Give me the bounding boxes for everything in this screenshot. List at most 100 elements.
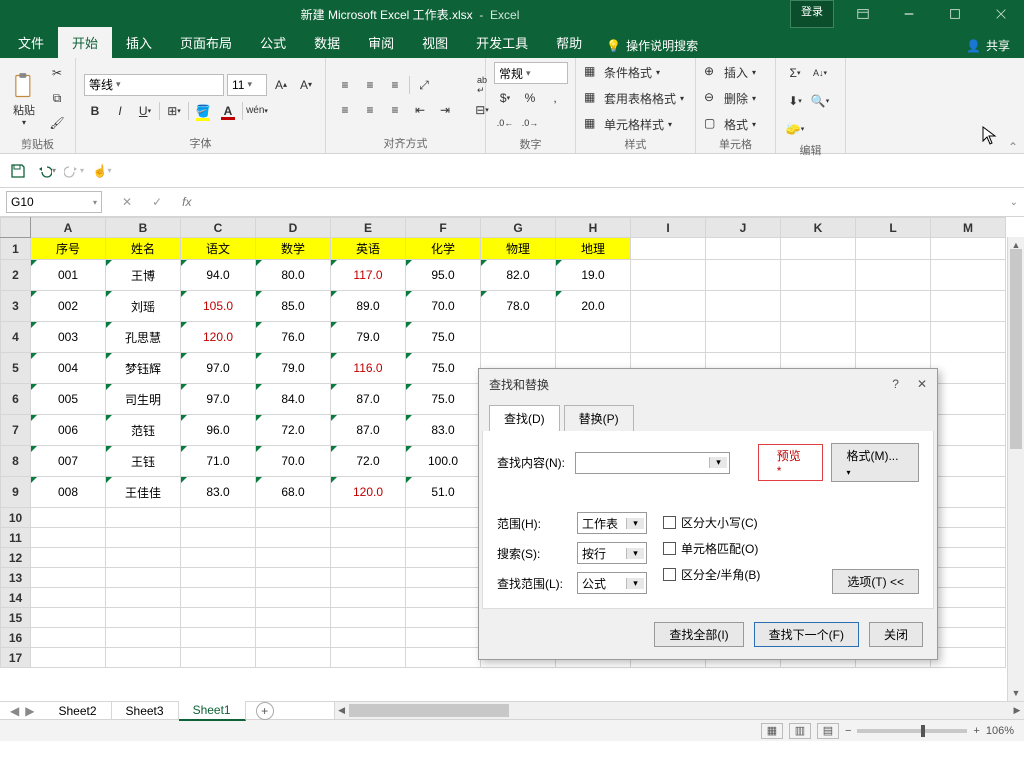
cell[interactable]: 87.0 <box>331 415 406 446</box>
cell[interactable] <box>781 322 856 353</box>
zoom-in-icon[interactable]: + <box>973 725 979 737</box>
cell[interactable] <box>331 568 406 588</box>
cell[interactable] <box>406 568 481 588</box>
options-button[interactable]: 选项(T) << <box>832 569 919 594</box>
close-icon[interactable] <box>978 0 1024 28</box>
align-right-icon[interactable]: ≡ <box>384 99 406 121</box>
col-header[interactable]: B <box>106 218 181 238</box>
format-painter-icon[interactable]: 🖌 <box>46 112 68 134</box>
cell[interactable] <box>931 588 1006 608</box>
font-color-icon[interactable]: A <box>217 100 239 122</box>
cell[interactable] <box>781 238 856 260</box>
help-icon[interactable]: ? <box>892 377 899 391</box>
row-header[interactable]: 15 <box>1 608 31 628</box>
cell[interactable] <box>406 548 481 568</box>
cell[interactable] <box>406 648 481 668</box>
cell[interactable] <box>181 628 256 648</box>
col-header[interactable]: F <box>406 218 481 238</box>
page-layout-icon[interactable]: ▥ <box>789 723 811 739</box>
cell[interactable] <box>181 588 256 608</box>
tab-layout[interactable]: 页面布局 <box>166 27 246 58</box>
cell[interactable] <box>556 322 631 353</box>
cell[interactable] <box>181 568 256 588</box>
table-format-button[interactable]: ▦套用表格格式 ▾ <box>584 88 684 108</box>
cell[interactable]: 001 <box>31 260 106 291</box>
cell[interactable] <box>406 628 481 648</box>
row-header[interactable]: 7 <box>1 415 31 446</box>
format-button[interactable]: 格式(M)... ▾ <box>831 443 919 482</box>
cell[interactable]: 008 <box>31 477 106 508</box>
col-header[interactable]: D <box>256 218 331 238</box>
ribbon-options-icon[interactable] <box>840 0 886 28</box>
header-cell[interactable]: 序号 <box>31 238 106 260</box>
cell[interactable] <box>931 608 1006 628</box>
cell[interactable] <box>406 608 481 628</box>
find-next-button[interactable]: 查找下一个(F) <box>754 622 859 647</box>
paste-button[interactable]: 粘贴 ▾ <box>8 70 40 127</box>
insert-cell-button[interactable]: ⊕插入 ▾ <box>704 62 756 82</box>
name-box[interactable]: G10▾ <box>6 191 102 213</box>
cell[interactable] <box>106 528 181 548</box>
cell[interactable]: 68.0 <box>256 477 331 508</box>
horizontal-scrollbar[interactable]: ◀▶ <box>334 702 1024 719</box>
cell[interactable] <box>931 508 1006 528</box>
cell[interactable]: 82.0 <box>481 260 556 291</box>
cell[interactable] <box>331 608 406 628</box>
cell[interactable] <box>931 353 1006 384</box>
cell[interactable] <box>256 528 331 548</box>
cell-style-button[interactable]: ▦单元格样式 ▾ <box>584 114 684 134</box>
align-top-icon[interactable]: ≡ <box>334 74 356 96</box>
cell[interactable] <box>256 568 331 588</box>
cell[interactable]: 87.0 <box>331 384 406 415</box>
header-cell[interactable]: 数学 <box>256 238 331 260</box>
maximize-icon[interactable] <box>932 0 978 28</box>
cell[interactable]: 117.0 <box>331 260 406 291</box>
percent-icon[interactable]: % <box>519 87 541 109</box>
close-button[interactable]: 关闭 <box>869 622 923 647</box>
tell-me[interactable]: 💡 操作说明搜索 <box>596 33 708 58</box>
cell[interactable] <box>31 608 106 628</box>
cell[interactable]: 96.0 <box>181 415 256 446</box>
cell[interactable] <box>256 508 331 528</box>
cell[interactable] <box>706 291 781 322</box>
header-cell[interactable]: 姓名 <box>106 238 181 260</box>
zoom-out-icon[interactable]: − <box>845 725 851 737</box>
cell[interactable]: 75.0 <box>406 322 481 353</box>
cell[interactable]: 120.0 <box>181 322 256 353</box>
col-header[interactable]: E <box>331 218 406 238</box>
cell[interactable] <box>931 548 1006 568</box>
cell[interactable]: 007 <box>31 446 106 477</box>
align-bot-icon[interactable]: ≡ <box>384 74 406 96</box>
cell[interactable]: 51.0 <box>406 477 481 508</box>
col-header[interactable]: H <box>556 218 631 238</box>
cell[interactable] <box>931 648 1006 668</box>
cell[interactable] <box>181 648 256 668</box>
vertical-scrollbar[interactable]: ▲▼ <box>1007 237 1024 701</box>
align-left-icon[interactable]: ≡ <box>334 99 356 121</box>
cell[interactable]: 范钰 <box>106 415 181 446</box>
cell[interactable] <box>256 548 331 568</box>
find-all-button[interactable]: 查找全部(I) <box>654 622 743 647</box>
cell[interactable]: 72.0 <box>331 446 406 477</box>
italic-icon[interactable]: I <box>109 100 131 122</box>
format-cell-button[interactable]: ▢格式 ▾ <box>704 114 756 134</box>
fx-icon[interactable]: fx <box>182 195 191 209</box>
cut-icon[interactable]: ✂ <box>46 62 68 84</box>
cell[interactable] <box>331 528 406 548</box>
cell[interactable]: 75.0 <box>406 353 481 384</box>
cell[interactable] <box>931 446 1006 477</box>
cell[interactable]: 70.0 <box>256 446 331 477</box>
page-break-icon[interactable]: ▤ <box>817 723 839 739</box>
tab-file[interactable]: 文件 <box>4 27 58 58</box>
cell[interactable] <box>181 608 256 628</box>
tab-insert[interactable]: 插入 <box>112 27 166 58</box>
cell[interactable]: 司生明 <box>106 384 181 415</box>
cell[interactable]: 75.0 <box>406 384 481 415</box>
cell[interactable] <box>931 477 1006 508</box>
header-cell[interactable]: 语文 <box>181 238 256 260</box>
align-center-icon[interactable]: ≡ <box>359 99 381 121</box>
cell[interactable]: 70.0 <box>406 291 481 322</box>
row-header[interactable]: 10 <box>1 508 31 528</box>
comma-icon[interactable]: , <box>544 87 566 109</box>
cell[interactable] <box>331 548 406 568</box>
